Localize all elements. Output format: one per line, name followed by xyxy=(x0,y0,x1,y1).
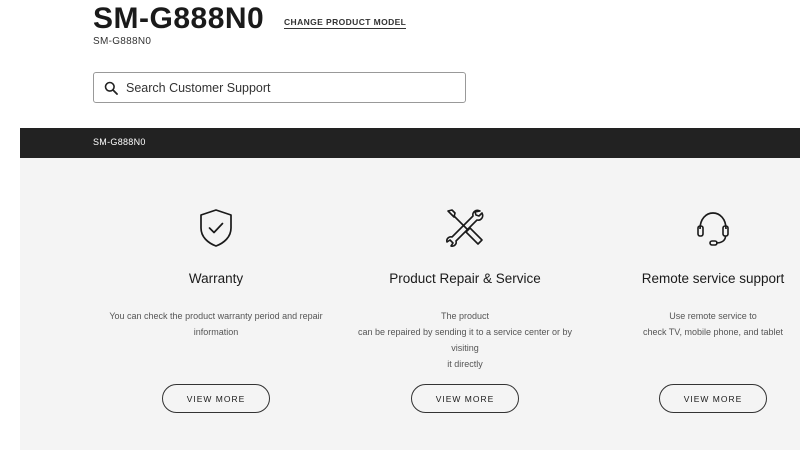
search-box[interactable] xyxy=(93,72,466,103)
product-model-title: SM-G888N0 xyxy=(93,2,265,35)
repair-desc-line: can be repaired by sending it to a servi… xyxy=(357,327,573,353)
repair-service-card: Product Repair & Service The product can… xyxy=(335,158,595,450)
change-product-model-link[interactable]: CHANGE PRODUCT MODEL xyxy=(284,17,407,29)
product-bar-label: SM-G888N0 xyxy=(93,137,146,147)
product-model-code: SM-G888N0 xyxy=(93,36,152,47)
headset-icon xyxy=(690,205,736,251)
warranty-title: Warranty xyxy=(188,271,244,286)
warranty-description: You can check the product warranty perio… xyxy=(86,308,346,340)
tools-icon xyxy=(442,205,488,251)
repair-view-more-button[interactable]: VIEW MORE xyxy=(411,384,519,413)
shield-check-icon xyxy=(193,205,239,251)
remote-support-title: Remote service support xyxy=(641,271,785,286)
search-input[interactable] xyxy=(126,80,446,95)
warranty-view-more-button[interactable]: VIEW MORE xyxy=(162,384,270,413)
search-icon xyxy=(104,81,118,95)
remote-view-more-button[interactable]: VIEW MORE xyxy=(659,384,767,413)
support-panel: Warranty You can check the product warra… xyxy=(20,158,800,450)
remote-support-card: Remote service support Use remote servic… xyxy=(583,158,800,450)
repair-desc-line: The product xyxy=(440,311,490,321)
product-bar: SM-G888N0 xyxy=(20,128,800,158)
repair-desc-line: it directly xyxy=(447,359,483,369)
remote-support-description: Use remote service to check TV, mobile p… xyxy=(583,308,800,340)
warranty-desc-line: You can check the product warranty perio… xyxy=(109,311,323,321)
warranty-card: Warranty You can check the product warra… xyxy=(86,158,346,450)
remote-desc-line: check TV, mobile phone, and tablet xyxy=(642,327,784,337)
remote-desc-line: Use remote service to xyxy=(669,311,757,321)
repair-service-description: The product can be repaired by sending i… xyxy=(335,308,595,372)
warranty-desc-line: information xyxy=(193,327,239,337)
repair-service-title: Product Repair & Service xyxy=(389,271,541,286)
